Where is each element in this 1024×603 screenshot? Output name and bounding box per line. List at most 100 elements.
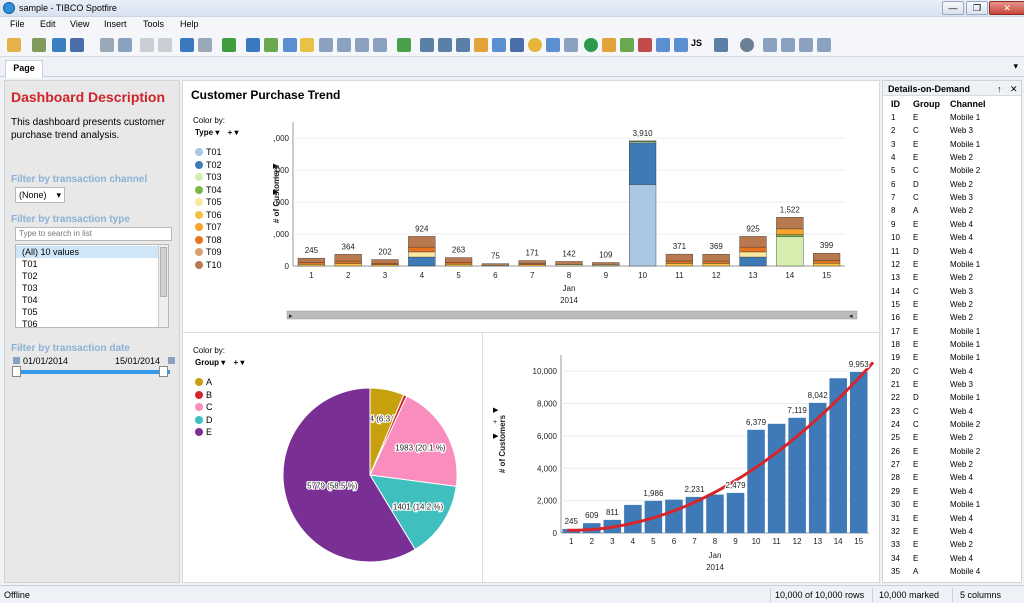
table-plot-icon[interactable]: [420, 38, 434, 52]
layout-rows-icon[interactable]: [817, 38, 831, 52]
list-item[interactable]: (All) 10 values: [16, 246, 159, 258]
layout-split-icon[interactable]: [781, 38, 795, 52]
column-header[interactable]: Group: [913, 99, 940, 109]
table-row[interactable]: 31 E Web 4: [883, 513, 1021, 526]
table-row[interactable]: 16 E Web 2: [883, 312, 1021, 325]
save-icon[interactable]: [70, 38, 84, 52]
heat-map-icon[interactable]: [620, 38, 634, 52]
legend-item-c[interactable]: C: [195, 402, 213, 412]
reset-icon[interactable]: [222, 38, 236, 52]
table-row[interactable]: 14 C Web 3: [883, 286, 1021, 299]
table-row[interactable]: 9 E Web 4: [883, 219, 1021, 232]
add-icon[interactable]: + ▾: [233, 358, 244, 367]
legend-item-t05[interactable]: T05: [195, 197, 222, 207]
table-row[interactable]: 33 E Web 2: [883, 539, 1021, 552]
text-area-icon[interactable]: [714, 38, 728, 52]
table-icon[interactable]: [264, 38, 278, 52]
table-row[interactable]: 10 E Web 4: [883, 232, 1021, 245]
maximize-button[interactable]: ❐: [966, 1, 988, 15]
table-row[interactable]: 3 E Mobile 1: [883, 139, 1021, 152]
data-panel-icon[interactable]: [355, 38, 369, 52]
summary-table-icon[interactable]: [656, 38, 670, 52]
pie-chart-icon[interactable]: [528, 38, 542, 52]
type-search-input[interactable]: Type to search in list: [15, 227, 172, 241]
import-icon[interactable]: [32, 38, 46, 52]
legend-item-d[interactable]: D: [195, 415, 213, 425]
table-row[interactable]: 18 E Mobile 1: [883, 339, 1021, 352]
table-row[interactable]: 7 C Web 3: [883, 192, 1021, 205]
table-row[interactable]: 17 E Mobile 1: [883, 326, 1021, 339]
parallel-coordinates-icon[interactable]: [638, 38, 652, 52]
table-row[interactable]: 29 E Web 4: [883, 486, 1021, 499]
legend-item-e[interactable]: E: [195, 427, 212, 437]
table-row[interactable]: 6 D Web 2: [883, 179, 1021, 192]
legend-item-t09[interactable]: T09: [195, 247, 222, 257]
date-slider-start-handle[interactable]: [12, 366, 21, 377]
list-item[interactable]: T02: [16, 270, 159, 282]
menu-help[interactable]: Help: [180, 19, 199, 29]
redo-icon[interactable]: [198, 38, 212, 52]
undo-icon[interactable]: [180, 38, 194, 52]
js-icon[interactable]: JS: [691, 38, 705, 52]
list-scrollbar[interactable]: [158, 245, 168, 327]
pie-chart[interactable]: 624 (6.3 %)1983 (20.1 %)1401 (14.2 %)577…: [273, 341, 473, 581]
table-row[interactable]: 24 C Mobile 2: [883, 419, 1021, 432]
color-by-group-selector[interactable]: Group ▾ + ▾: [195, 358, 244, 367]
table-row[interactable]: 5 C Mobile 2: [883, 165, 1021, 178]
menu-file[interactable]: File: [10, 19, 25, 29]
menu-insert[interactable]: Insert: [104, 19, 127, 29]
type-filter-list[interactable]: (All) 10 values T01 T02 T03 T04 T05 T06: [15, 244, 169, 329]
list-item[interactable]: T01: [16, 258, 159, 270]
color-by-type-selector[interactable]: Type ▾ + ▾: [195, 128, 238, 137]
table-row[interactable]: 21 E Web 3: [883, 379, 1021, 392]
legend-item-t04[interactable]: T04: [195, 185, 222, 195]
table-row[interactable]: 32 E Web 4: [883, 526, 1021, 539]
table-row[interactable]: 26 E Mobile 2: [883, 446, 1021, 459]
box-plot-icon[interactable]: [674, 38, 688, 52]
table-row[interactable]: 15 E Web 2: [883, 299, 1021, 312]
add-icon[interactable]: + ▾: [228, 128, 239, 137]
date-range-slider[interactable]: [15, 370, 170, 374]
table-row[interactable]: 12 E Mobile 1: [883, 259, 1021, 272]
table-row[interactable]: 11 D Web 4: [883, 246, 1021, 259]
close-icon[interactable]: ✕: [1010, 84, 1018, 95]
layout-columns-icon[interactable]: [799, 38, 813, 52]
column-header[interactable]: ID: [891, 99, 900, 109]
table-row[interactable]: 19 E Mobile 1: [883, 352, 1021, 365]
legend-item-t07[interactable]: T07: [195, 222, 222, 232]
new-page-icon[interactable]: [397, 38, 411, 52]
3d-scatter-icon[interactable]: [564, 38, 578, 52]
list-item[interactable]: T05: [16, 306, 159, 318]
table-row[interactable]: 2 C Web 3: [883, 125, 1021, 138]
table-row[interactable]: 28 E Web 4: [883, 472, 1021, 485]
menu-view[interactable]: View: [70, 19, 89, 29]
chevron-down-icon[interactable]: ▾: [1013, 61, 1018, 72]
map-chart-icon[interactable]: [584, 38, 598, 52]
table-row[interactable]: 20 C Web 4: [883, 366, 1021, 379]
scatter-plot-icon[interactable]: [546, 38, 560, 52]
legend-item-a[interactable]: A: [195, 377, 212, 387]
export-icon[interactable]: [118, 38, 132, 52]
minimize-button[interactable]: —: [942, 1, 964, 15]
combination-chart-icon[interactable]: [510, 38, 524, 52]
scrollbar-thumb[interactable]: [160, 247, 167, 297]
table-row[interactable]: 22 D Mobile 1: [883, 392, 1021, 405]
table-row[interactable]: 25 E Web 2: [883, 432, 1021, 445]
list-item[interactable]: T04: [16, 294, 159, 306]
table-row[interactable]: 8 A Web 2: [883, 205, 1021, 218]
menu-edit[interactable]: Edit: [40, 19, 56, 29]
cross-table-icon[interactable]: [438, 38, 452, 52]
open-icon[interactable]: [7, 38, 21, 52]
close-button[interactable]: ✕: [989, 1, 1024, 15]
tab-page[interactable]: Page: [5, 60, 43, 78]
legend-item-t01[interactable]: T01: [195, 147, 222, 157]
table-row[interactable]: 27 E Web 2: [883, 459, 1021, 472]
graphical-table-icon[interactable]: [456, 38, 470, 52]
legend-item-b[interactable]: B: [195, 390, 212, 400]
list-item[interactable]: T03: [16, 282, 159, 294]
menu-tools[interactable]: Tools: [143, 19, 164, 29]
line-chart-icon[interactable]: [492, 38, 506, 52]
legend-item-t06[interactable]: T06: [195, 210, 222, 220]
table-row[interactable]: 23 C Web 4: [883, 406, 1021, 419]
table-row[interactable]: 4 E Web 2: [883, 152, 1021, 165]
